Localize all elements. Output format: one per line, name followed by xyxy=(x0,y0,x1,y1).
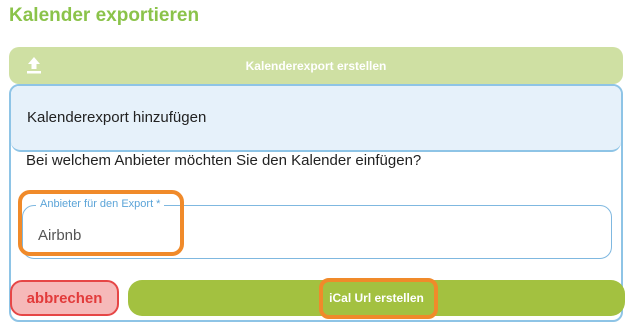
calendar-export-page: Kalender exportieren Kalenderexport erst… xyxy=(0,0,634,330)
provider-question: Bei welchem Anbieter möchten Sie den Kal… xyxy=(26,152,422,169)
ical-button-highlight xyxy=(319,278,438,319)
panel-header-title: Kalenderexport hinzufügen xyxy=(27,109,207,126)
create-calendar-export-button[interactable]: Kalenderexport erstellen xyxy=(9,47,623,84)
panel-header: Kalenderexport hinzufügen xyxy=(11,86,621,152)
provider-field-highlight xyxy=(18,190,184,256)
create-calendar-export-label: Kalenderexport erstellen xyxy=(245,58,387,73)
cancel-button[interactable]: abbrechen xyxy=(10,280,119,316)
upload-icon xyxy=(27,57,41,74)
page-title: Kalender exportieren xyxy=(9,5,200,26)
